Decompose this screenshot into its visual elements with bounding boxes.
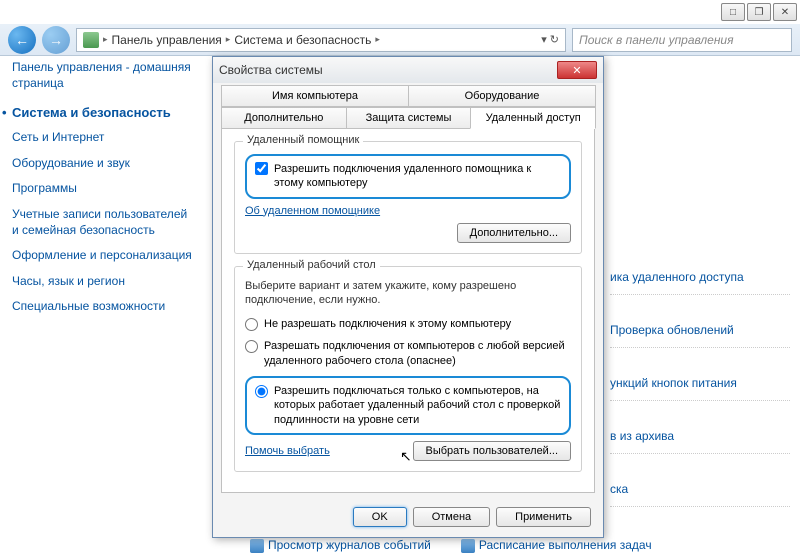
- content-link[interactable]: в из архива: [610, 429, 790, 454]
- about-remote-assistance-link[interactable]: Об удаленном помощнике: [245, 205, 571, 217]
- advanced-button[interactable]: Дополнительно...: [457, 223, 571, 243]
- remote-desktop-group: Удаленный рабочий стол Выберите вариант …: [234, 266, 582, 472]
- highlight-box: Разрешить подключения удаленного помощни…: [245, 154, 571, 199]
- breadcrumb-item[interactable]: Панель управления: [112, 33, 222, 47]
- cancel-button[interactable]: Отмена: [413, 507, 490, 527]
- bottom-links: Просмотр журналов событий Расписание вып…: [250, 538, 652, 553]
- select-users-button[interactable]: Выбрать пользователей...: [413, 441, 572, 461]
- breadcrumb-item[interactable]: Система и безопасность: [234, 33, 371, 47]
- minimize-button[interactable]: □: [721, 3, 745, 21]
- dialog-title-bar[interactable]: Свойства системы ✕: [213, 57, 603, 83]
- refresh-icon[interactable]: ↻: [550, 33, 559, 46]
- sidebar-item-accounts[interactable]: Учетные записи пользователей и семейная …: [12, 207, 192, 238]
- content-link[interactable]: Проверка обновлений: [610, 323, 790, 348]
- task-schedule-link[interactable]: Расписание выполнения задач: [461, 538, 652, 553]
- group-description: Выберите вариант и затем укажите, кому р…: [245, 279, 571, 308]
- radio-input[interactable]: [245, 340, 258, 353]
- sidebar: Панель управления - домашняя страница Си…: [12, 60, 192, 325]
- back-button[interactable]: ←: [8, 26, 36, 54]
- search-input[interactable]: Поиск в панели управления: [572, 28, 792, 52]
- chevron-right-icon: ▸: [226, 34, 231, 45]
- ok-button[interactable]: OK: [353, 507, 407, 527]
- group-title: Удаленный помощник: [243, 134, 363, 146]
- apply-button[interactable]: Применить: [496, 507, 591, 527]
- content-link[interactable]: ункций кнопок питания: [610, 376, 790, 401]
- forward-button[interactable]: →: [42, 26, 70, 54]
- content-link[interactable]: ска: [610, 482, 790, 507]
- tab-hardware[interactable]: Оборудование: [408, 85, 596, 107]
- tab-computer-name[interactable]: Имя компьютера: [221, 85, 409, 107]
- dialog-button-row: OK Отмена Применить: [213, 499, 603, 537]
- radio-label: Разрешать подключения от компьютеров с л…: [264, 339, 571, 368]
- highlight-box: Разрешить подключаться только с компьюте…: [245, 376, 571, 435]
- sidebar-item-programs[interactable]: Программы: [12, 181, 192, 197]
- content-link[interactable]: ика удаленного доступа: [610, 270, 790, 295]
- sidebar-item-appearance[interactable]: Оформление и персонализация: [12, 248, 192, 264]
- event-log-link[interactable]: Просмотр журналов событий: [250, 538, 431, 553]
- system-properties-dialog: Свойства системы ✕ Имя компьютера Оборуд…: [212, 56, 604, 538]
- radio-input[interactable]: [255, 385, 268, 398]
- tab-content: Удаленный помощник Разрешить подключения…: [221, 129, 595, 493]
- navbar: ← → ▸ Панель управления ▸ Система и безо…: [0, 24, 800, 56]
- tab-row-2: Дополнительно Защита системы Удаленный д…: [213, 107, 603, 129]
- chevron-right-icon: ▸: [103, 34, 108, 45]
- help-choose-link[interactable]: Помочь выбрать: [245, 445, 330, 457]
- group-title: Удаленный рабочий стол: [243, 259, 380, 271]
- radio-allow-nla[interactable]: Разрешить подключаться только с компьюте…: [255, 384, 561, 427]
- radio-label: Не разрешать подключения к этому компьют…: [264, 317, 511, 331]
- radio-allow-any[interactable]: Разрешать подключения от компьютеров с л…: [245, 339, 571, 368]
- radio-label: Разрешить подключаться только с компьюте…: [274, 384, 561, 427]
- tab-remote[interactable]: Удаленный доступ: [470, 107, 596, 129]
- shield-icon: [461, 539, 475, 553]
- checkbox-input[interactable]: [255, 162, 268, 175]
- allow-remote-assistance-checkbox[interactable]: Разрешить подключения удаленного помощни…: [255, 162, 561, 191]
- close-icon[interactable]: ✕: [557, 61, 597, 79]
- sidebar-item-network[interactable]: Сеть и Интернет: [12, 130, 192, 146]
- sidebar-item-active[interactable]: Система и безопасность: [12, 105, 192, 120]
- breadcrumb[interactable]: ▸ Панель управления ▸ Система и безопасн…: [76, 28, 566, 52]
- control-panel-icon: [83, 32, 99, 48]
- sidebar-home-link[interactable]: Панель управления - домашняя страница: [12, 60, 192, 91]
- remote-assistance-group: Удаленный помощник Разрешить подключения…: [234, 141, 582, 254]
- tab-advanced[interactable]: Дополнительно: [221, 107, 347, 129]
- tab-protection[interactable]: Защита системы: [346, 107, 472, 129]
- radio-disallow[interactable]: Не разрешать подключения к этому компьют…: [245, 317, 571, 331]
- maximize-button[interactable]: ❐: [747, 3, 771, 21]
- dialog-title: Свойства системы: [219, 63, 323, 77]
- chevron-right-icon: ▸: [375, 34, 380, 45]
- shield-icon: [250, 539, 264, 553]
- window-close-button[interactable]: ✕: [773, 3, 797, 21]
- sidebar-item-hardware[interactable]: Оборудование и звук: [12, 156, 192, 172]
- dropdown-icon[interactable]: ▾: [541, 33, 547, 46]
- sidebar-item-accessibility[interactable]: Специальные возможности: [12, 299, 192, 315]
- checkbox-label: Разрешить подключения удаленного помощни…: [274, 162, 561, 191]
- radio-input[interactable]: [245, 318, 258, 331]
- content-links: ика удаленного доступа Проверка обновлен…: [610, 270, 790, 535]
- tab-row-1: Имя компьютера Оборудование: [213, 83, 603, 107]
- sidebar-item-clock[interactable]: Часы, язык и регион: [12, 274, 192, 290]
